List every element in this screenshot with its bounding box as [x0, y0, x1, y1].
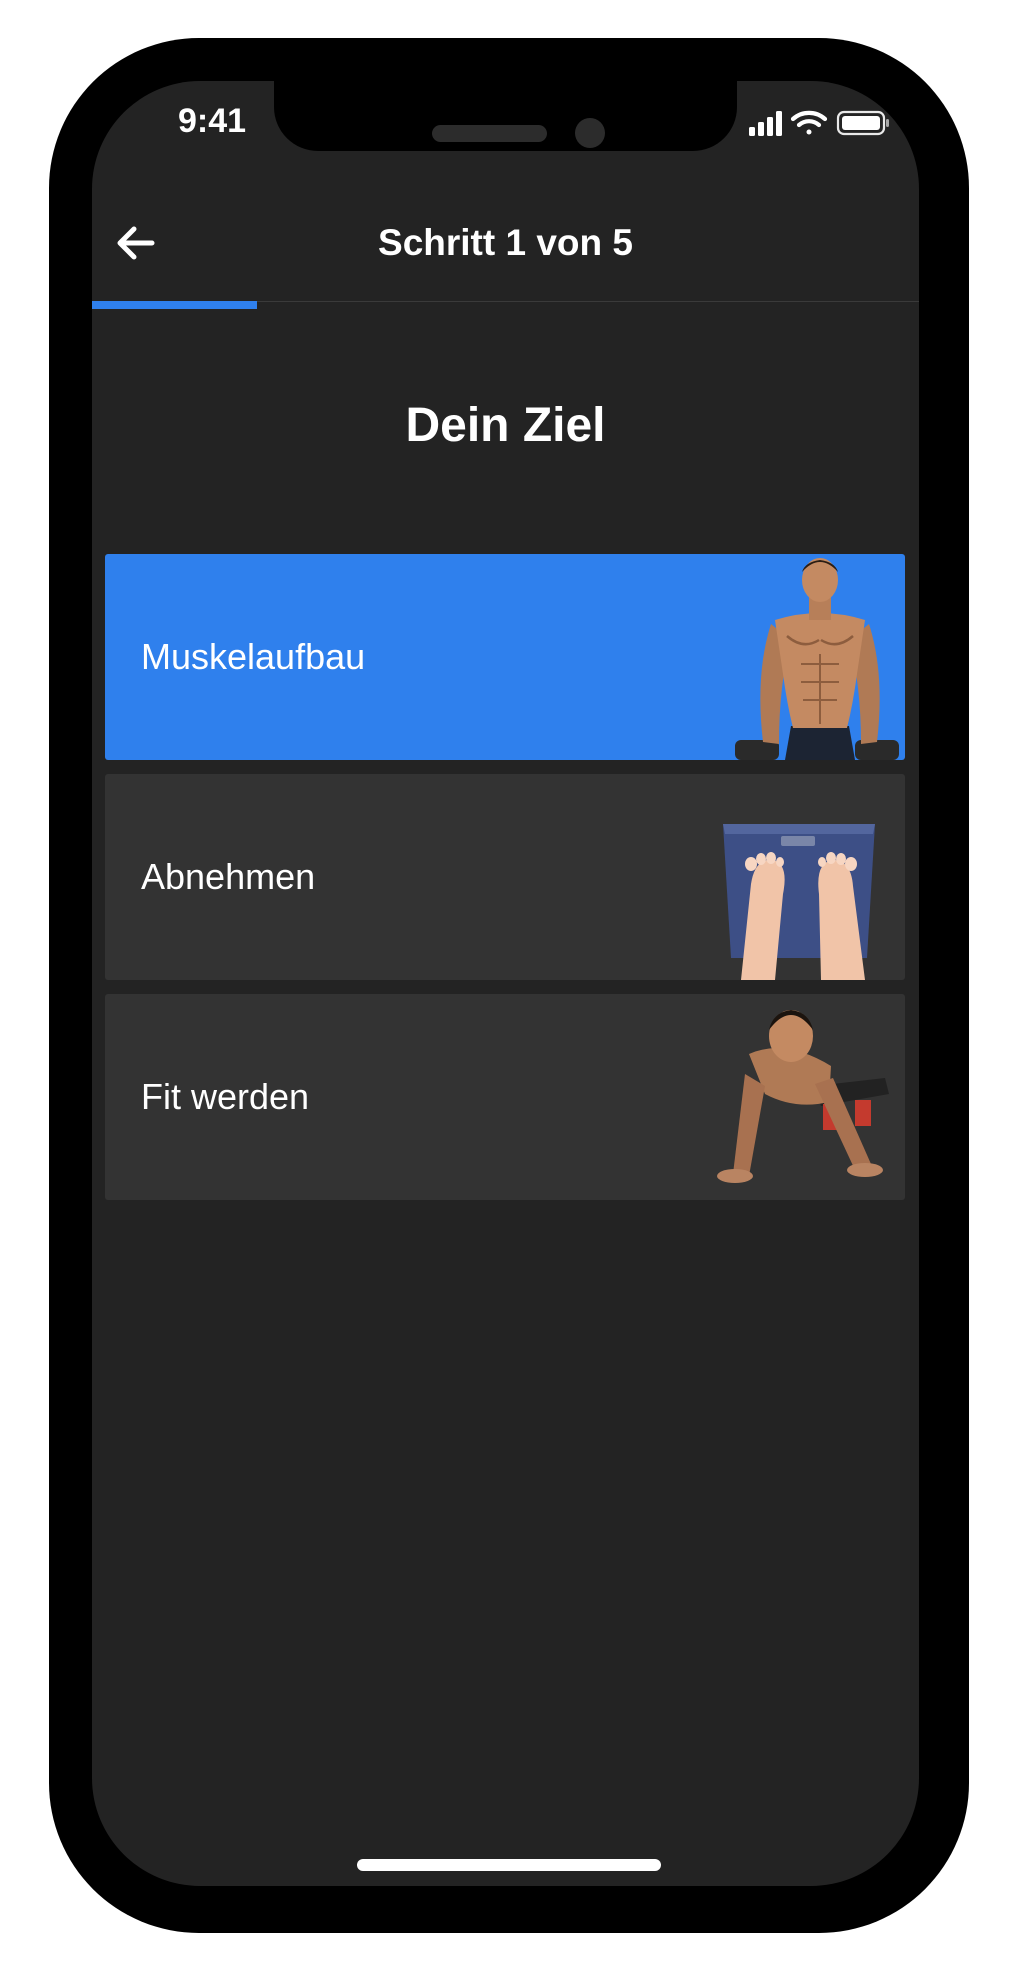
goal-option-label: Abnehmen: [141, 856, 316, 897]
muscular-man-image: [705, 554, 905, 760]
front-camera: [575, 118, 605, 148]
goal-option-fit-werden[interactable]: Fit werden: [105, 994, 905, 1200]
goal-option-muskelaufbau[interactable]: Muskelaufbau: [105, 554, 905, 760]
goal-option-abnehmen[interactable]: Abnehmen: [105, 774, 905, 980]
status-time: 9:41: [177, 102, 247, 140]
goal-option-list: Muskelaufbau Abnehmen Fit werden: [105, 554, 905, 1214]
signal-icon: [749, 111, 782, 136]
page-title: Dein Ziel: [405, 399, 606, 452]
navigation-bar: Schritt 1 von 5: [92, 191, 919, 302]
phone-frame: 9:41 Schritt 1 von 5 Dein Ziel Muskelauf…: [49, 38, 969, 1933]
goal-option-label: Muskelaufbau: [141, 636, 366, 677]
speaker-grille: [432, 125, 547, 142]
progress-bar: [92, 301, 919, 309]
wifi-icon: [790, 110, 828, 135]
scale-feet-image: [705, 774, 905, 980]
app-screen: 9:41 Schritt 1 von 5 Dein Ziel Muskelauf…: [92, 81, 919, 1886]
home-indicator[interactable]: [357, 1859, 661, 1871]
battery-icon: [836, 110, 889, 136]
arrow-left-icon: [117, 226, 155, 260]
back-button[interactable]: [104, 211, 168, 275]
goal-option-label: Fit werden: [141, 1076, 310, 1117]
progress-fill: [92, 301, 258, 309]
push-up-man-image: [705, 994, 905, 1200]
nav-title: Schritt 1 von 5: [378, 222, 633, 263]
status-icons: [745, 107, 895, 139]
